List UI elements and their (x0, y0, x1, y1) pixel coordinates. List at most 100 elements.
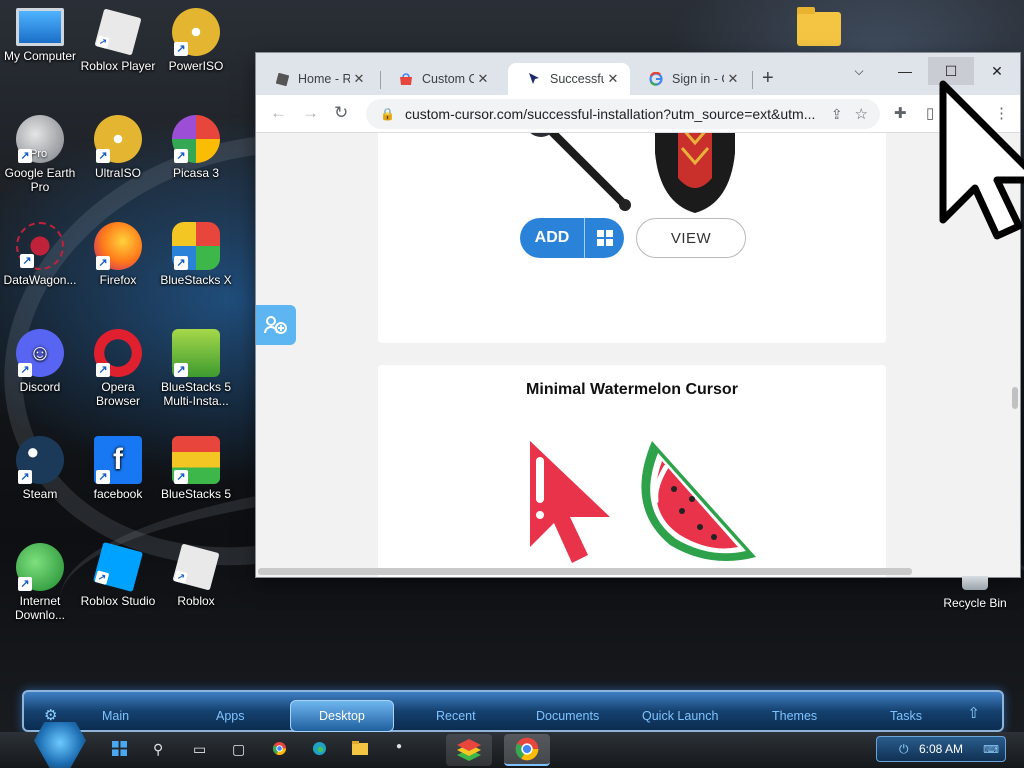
chrome-icon (515, 737, 539, 761)
dock-item-quick-launch[interactable]: Quick Launch (642, 709, 718, 723)
power-icon[interactable]: ⏻ (899, 742, 909, 757)
bluestacks-icon: ↗ (172, 436, 220, 484)
edge-icon[interactable] (312, 741, 327, 759)
view-cursor-button[interactable]: VIEW (636, 218, 746, 258)
tab-close-icon[interactable]: ✕ (350, 71, 368, 87)
people-add-widget-icon[interactable] (256, 305, 296, 345)
tab-custom-cursor-store[interactable]: Custom Cu ✕ (380, 63, 500, 95)
task-view-icon[interactable]: ▭ (193, 741, 206, 758)
desktop-shortcut[interactable]: ↗ BlueStacks 5 Multi-Insta... (156, 329, 236, 408)
back-arrow-icon[interactable]: ← (270, 103, 287, 123)
chrome-taskbar-button[interactable] (504, 734, 550, 766)
bluestacks-icon (457, 739, 481, 761)
keyboard-icon[interactable]: ⌨ (983, 743, 999, 756)
desktop-shortcut[interactable]: ↗ PowerISO (156, 8, 236, 73)
shortcut-arrow-icon: ↗ (18, 149, 32, 163)
minimize-button[interactable]: — (882, 57, 928, 85)
tab-close-icon[interactable]: ✕ (474, 71, 492, 87)
recycle-bin[interactable]: Recycle Bin (940, 576, 1010, 610)
tray-dot-icon[interactable]: ● (396, 741, 402, 752)
desktop-shortcut[interactable]: ↗ Firefox (78, 222, 158, 287)
shortcut-arrow-icon: ↗ (18, 363, 32, 377)
facebook-icon: f ↗ (94, 436, 142, 484)
desktop-shortcut[interactable]: ↗ Roblox Player (78, 8, 158, 73)
desktop-shortcut-label: DataWagon... (3, 273, 77, 287)
tab-label: Sign in - G (672, 72, 724, 86)
extensions-puzzle-icon[interactable]: ✚ (894, 104, 907, 122)
shortcut-arrow-icon: ↗ (96, 256, 110, 270)
tab-home-roblox[interactable]: Home - Ro ✕ (256, 63, 376, 95)
desktop-shortcut-label: Roblox (177, 594, 215, 608)
desktop-shortcut[interactable]: ☺ ↗ Discord (0, 329, 80, 394)
roblox-studio-icon: ↗ (93, 542, 143, 592)
folder-icon[interactable] (797, 7, 841, 46)
dock-item-main[interactable]: Main (102, 709, 129, 723)
clock-time: 6:08 AM (918, 742, 964, 756)
desktop-shortcut[interactable]: ↗ Roblox (156, 543, 236, 608)
bookmark-star-icon[interactable]: ☆ (855, 105, 868, 123)
shortcut-arrow-icon: ↗ (96, 470, 110, 484)
forward-arrow-icon[interactable]: → (302, 103, 319, 123)
globe-icon: Pro ↗ (16, 115, 64, 163)
cursor-card-watermelon: Minimal Watermelon Cursor (378, 365, 886, 577)
desktop-shortcut[interactable]: ↗ Steam (0, 436, 80, 501)
add-cursor-button[interactable]: ADD (520, 218, 624, 258)
roblox-icon: ↗ (94, 8, 142, 56)
desktop-shortcut[interactable]: ↗ DataWagon... (0, 222, 80, 287)
desktop-shortcut[interactable]: ↗ BlueStacks X (156, 222, 236, 287)
address-bar[interactable]: 🔒 custom-cursor.com/successful-installat… (366, 99, 880, 129)
vertical-scrollbar-thumb[interactable] (1012, 387, 1018, 409)
dock-item-tasks[interactable]: Tasks (890, 709, 922, 723)
side-panel-icon[interactable]: ▯ (926, 104, 934, 122)
tab-search-chevron-icon[interactable]: ⌵ (836, 57, 882, 85)
shortcut-arrow-icon: ↗ (174, 470, 188, 484)
windows-logo-icon[interactable] (585, 230, 624, 246)
file-explorer-icon[interactable] (352, 741, 368, 758)
shortcut-arrow-icon: ↗ (96, 149, 110, 163)
address-url[interactable]: custom-cursor.com/successful-installatio… (405, 106, 831, 122)
desktop-shortcut-label: My Computer (3, 49, 77, 63)
reload-icon[interactable]: ↻ (334, 103, 348, 123)
desktop-shortcut[interactable]: Pro ↗ Google Earth Pro (0, 115, 80, 194)
desktop-shortcut[interactable]: ↗ Opera Browser (78, 329, 158, 408)
desktop-shortcut[interactable]: ↗ BlueStacks 5 (156, 436, 236, 501)
desktop-shortcut[interactable]: ↗ Roblox Studio (78, 542, 158, 608)
shortcut-arrow-icon: ↗ (96, 35, 110, 49)
bluestacks-taskbar-button[interactable] (446, 734, 492, 766)
gear-icon[interactable]: ⚙ (44, 706, 57, 724)
desktop-shortcut[interactable]: ↗ UltraISO (78, 115, 158, 180)
bluestacks-x-icon: ↗ (172, 222, 220, 270)
horizontal-scrollbar-thumb[interactable] (258, 568, 912, 575)
cursor-card-mace: ADD VIEW (378, 133, 886, 343)
tab-label: Successful (550, 72, 604, 86)
search-icon[interactable]: ⚲ (153, 741, 163, 758)
theme-dock-bar: ⚙ Main Apps Desktop Recent Documents Qui… (22, 690, 1004, 732)
lock-icon[interactable]: 🔒 (380, 107, 395, 121)
tab-close-icon[interactable]: ✕ (724, 71, 742, 87)
roblox-favicon (274, 71, 290, 87)
opera-icon: ↗ (94, 329, 142, 377)
tab-close-icon[interactable]: ✕ (604, 71, 622, 87)
arrow-up-icon[interactable]: ⇧ (967, 704, 980, 722)
system-clock[interactable]: ⏻ 6:08 AM ⌨ (876, 736, 1006, 762)
dock-item-apps[interactable]: Apps (216, 709, 245, 723)
chrome-store-favicon (398, 71, 414, 87)
share-icon[interactable]: ⇪ (831, 106, 843, 123)
desktop-shortcut-label: UltraISO (94, 166, 141, 180)
desktop-shortcut[interactable]: My Computer (0, 8, 80, 63)
tab-successful-installation[interactable]: Successful ✕ (508, 63, 630, 95)
desktop-shortcut[interactable]: ↗ Picasa 3 (156, 115, 236, 180)
chrome-taskbar-icon[interactable] (272, 741, 287, 759)
dock-item-documents[interactable]: Documents (536, 709, 599, 723)
shortcut-arrow-icon: ↗ (174, 42, 188, 56)
desktop-shortcut[interactable]: f ↗ facebook (78, 436, 158, 501)
desktop-shortcut[interactable]: ↗ Internet Downlo... (0, 543, 80, 622)
new-tab-plus-icon[interactable]: + (762, 67, 774, 90)
tab-google-sign-in[interactable]: Sign in - G ✕ (630, 63, 750, 95)
chat-icon[interactable]: ▢ (232, 741, 245, 758)
windows-start-icon[interactable] (112, 741, 127, 759)
dock-item-desktop[interactable]: Desktop (290, 700, 394, 732)
dock-item-themes[interactable]: Themes (772, 709, 817, 723)
dock-item-recent[interactable]: Recent (436, 709, 476, 723)
shortcut-arrow-icon: ↗ (96, 363, 110, 377)
